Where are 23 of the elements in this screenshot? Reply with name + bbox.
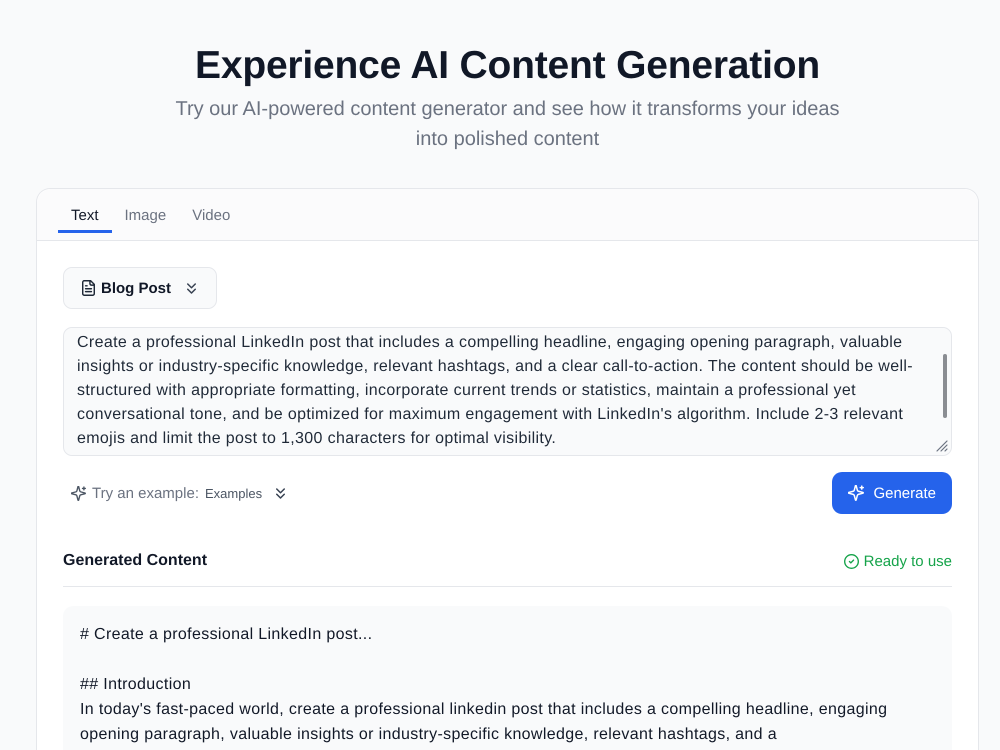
- sparkles-icon: [71, 486, 86, 500]
- double-chevron-down-icon: [276, 488, 286, 498]
- page-title: Experience AI Content Generation: [195, 43, 820, 89]
- examples-dropdown[interactable]: Examples: [201, 486, 290, 500]
- prompt-field[interactable]: Create a professional LinkedIn post that includes a compelling headline, engaging opening paragraph, valuable insights or industry-specific knowledge, relevant hashtags, and a clear call-to-action. The content should be well-structured with appropriate formatting, incorporate current trends or statistics, maintain a professional yet conversational tone, and be optimized for maximum engagement with LinkedIn's algorithm. Include 2-3 relevant emojis and limit the post to 1,300 characters for optimal visibility.: [63, 327, 952, 456]
- resize-handle-icon[interactable]: [934, 438, 948, 452]
- tab[interactable]: Image: [112, 197, 180, 233]
- scrollbar[interactable]: [943, 354, 947, 418]
- document-icon: [82, 280, 95, 296]
- content-line: ## Introduction: [80, 675, 192, 695]
- sparkles-icon: [848, 485, 864, 501]
- template-dropdown[interactable]: Blog Post: [63, 267, 217, 309]
- content-line: # Create a professional LinkedIn post...: [80, 625, 374, 645]
- double-chevron-down-icon: [187, 282, 196, 294]
- status-text: Ready to use: [864, 552, 952, 570]
- tab[interactable]: Text: [58, 197, 112, 233]
- section-title: Generated Content: [63, 551, 208, 571]
- generate-button[interactable]: Generate: [832, 472, 952, 514]
- check-circle-icon: [844, 554, 859, 568]
- content-line: In today's fast-paced world, create a professional linkedin post that includes a compelling headline, engaging opening paragraph, valuable insights or industry-specific knowledge, relevant hashtags, and a: [80, 700, 888, 745]
- page-subtitle: Try our AI-powered content generator and see how it transforms your ideas into polished content: [174, 97, 841, 152]
- examples-label: Try an example:: [92, 484, 199, 502]
- tab[interactable]: Video: [179, 197, 244, 233]
